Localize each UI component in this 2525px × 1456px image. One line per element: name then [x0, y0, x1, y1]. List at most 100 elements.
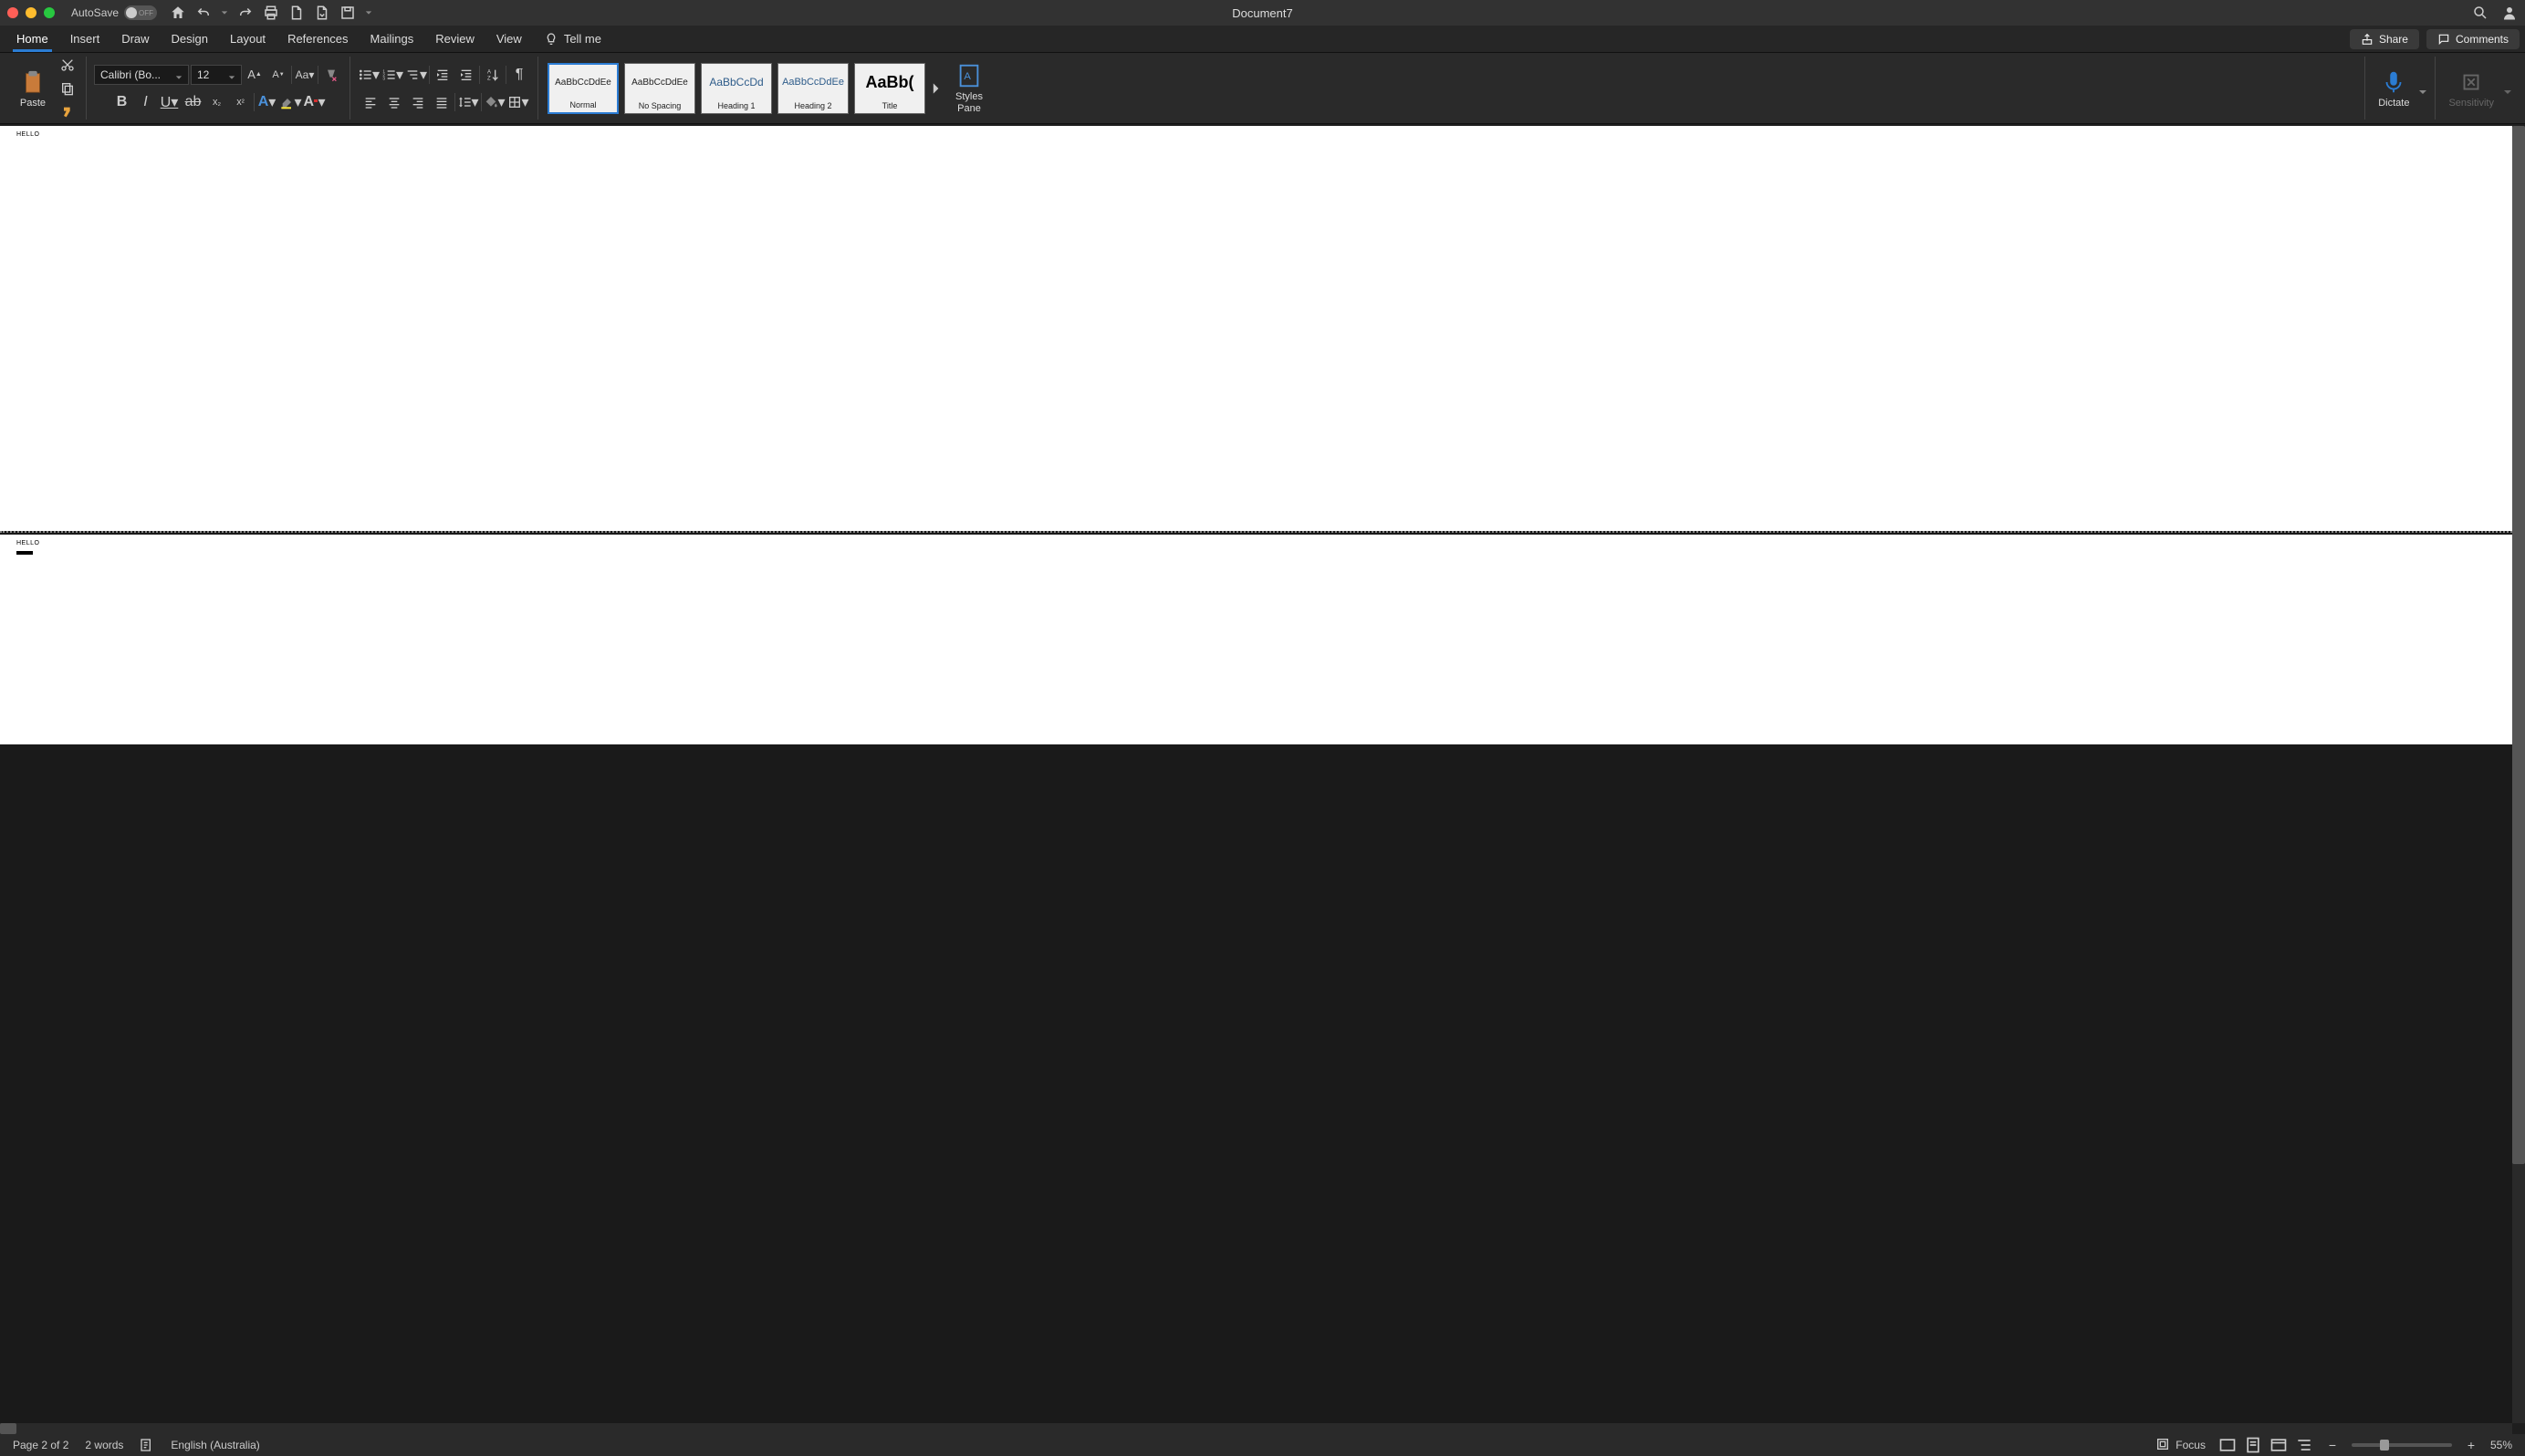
text-effects-button[interactable]: A▾: [256, 91, 278, 113]
home-icon[interactable]: [170, 5, 186, 21]
decrease-indent-button[interactable]: [432, 64, 454, 86]
format-painter-icon: [60, 105, 75, 120]
qat-customize-icon[interactable]: [365, 9, 372, 16]
page-1[interactable]: HELLO: [0, 126, 2512, 531]
window-close-button[interactable]: [7, 7, 18, 18]
search-icon[interactable]: [2472, 5, 2488, 21]
show-marks-button[interactable]: ¶: [508, 64, 530, 86]
font-name-combo[interactable]: Calibri (Bo...: [94, 65, 189, 85]
page-indicator[interactable]: Page 2 of 2: [13, 1439, 68, 1451]
style-heading-2[interactable]: AaBbCcDdEe Heading 2: [777, 63, 849, 114]
tab-draw[interactable]: Draw: [110, 26, 160, 52]
italic-button[interactable]: I: [135, 91, 157, 113]
new-file-icon[interactable]: [288, 5, 305, 21]
cut-button[interactable]: [57, 54, 78, 76]
subscript-button[interactable]: x₂: [206, 91, 228, 113]
window-minimize-button[interactable]: [26, 7, 37, 18]
vertical-scrollbar[interactable]: [2512, 126, 2525, 1423]
zoom-value[interactable]: 55%: [2490, 1439, 2512, 1451]
page-1-content[interactable]: HELLO: [16, 131, 39, 138]
outline-button[interactable]: [2295, 1438, 2313, 1452]
share-button[interactable]: Share: [2350, 29, 2419, 49]
word-count[interactable]: 2 words: [85, 1439, 123, 1451]
statusbar-right: Focus − + 55%: [2155, 1437, 2512, 1454]
style-no-spacing[interactable]: AaBbCcDdEe No Spacing: [624, 63, 695, 114]
web-layout-button[interactable]: [2269, 1438, 2288, 1452]
borders-button[interactable]: ▾: [507, 91, 529, 113]
paste-button[interactable]: Paste: [13, 65, 53, 112]
open-file-icon[interactable]: [314, 5, 330, 21]
align-right-button[interactable]: [407, 91, 429, 113]
spell-check-button[interactable]: [140, 1438, 154, 1452]
focus-mode-button[interactable]: Focus: [2155, 1437, 2206, 1454]
print-icon[interactable]: [263, 5, 279, 21]
font-color-button[interactable]: A▾: [304, 91, 326, 113]
zoom-slider[interactable]: [2352, 1443, 2452, 1447]
undo-icon[interactable]: [195, 5, 212, 21]
sensitivity-dropdown[interactable]: [2503, 85, 2512, 92]
tab-home[interactable]: Home: [5, 26, 59, 52]
undo-dropdown-icon[interactable]: [221, 9, 228, 16]
dictate-dropdown[interactable]: [2418, 85, 2427, 92]
sensitivity-button[interactable]: Sensitivity: [2443, 65, 2499, 112]
underline-button[interactable]: U▾: [159, 91, 181, 113]
language-indicator[interactable]: English (Australia): [171, 1439, 259, 1451]
tab-references[interactable]: References: [276, 26, 359, 52]
horizontal-scroll-thumb[interactable]: [0, 1423, 16, 1434]
document-area[interactable]: HELLO HELLO: [0, 126, 2512, 1434]
autosave-toggle[interactable]: OFF: [124, 5, 157, 20]
tab-view[interactable]: View: [485, 26, 533, 52]
focus-label: Focus: [2175, 1439, 2206, 1451]
dictate-button[interactable]: Dictate: [2373, 65, 2415, 112]
zoom-in-button[interactable]: +: [2465, 1439, 2478, 1451]
justify-button[interactable]: [431, 91, 453, 113]
strikethrough-button[interactable]: ab: [183, 91, 204, 113]
multilevel-list-button[interactable]: ▾: [405, 64, 427, 86]
comments-button[interactable]: Comments: [2426, 29, 2520, 49]
line-spacing-button[interactable]: ▾: [457, 91, 479, 113]
page-2[interactable]: HELLO: [0, 535, 2512, 744]
save-icon[interactable]: [339, 5, 356, 21]
zoom-slider-thumb[interactable]: [2380, 1440, 2389, 1451]
print-layout-button[interactable]: [2244, 1438, 2262, 1452]
shading-button[interactable]: ▾: [484, 91, 506, 113]
grow-font-button[interactable]: A▲: [244, 64, 266, 86]
numbering-button[interactable]: 123▾: [381, 64, 403, 86]
style-heading-1[interactable]: AaBbCcDd Heading 1: [701, 63, 772, 114]
quick-access-toolbar: [170, 5, 372, 21]
superscript-button[interactable]: x²: [230, 91, 252, 113]
horizontal-scrollbar[interactable]: [0, 1423, 2512, 1434]
tell-me-search[interactable]: Tell me: [544, 26, 601, 52]
bullets-button[interactable]: ▾: [358, 64, 380, 86]
account-icon[interactable]: [2501, 5, 2518, 21]
redo-icon[interactable]: [237, 5, 254, 21]
autosave-label: AutoSave: [71, 6, 119, 19]
align-left-button[interactable]: [360, 91, 381, 113]
vertical-scroll-thumb[interactable]: [2512, 126, 2525, 1164]
zoom-out-button[interactable]: −: [2326, 1439, 2339, 1451]
align-center-button[interactable]: [383, 91, 405, 113]
tab-mailings[interactable]: Mailings: [360, 26, 425, 52]
clear-formatting-button[interactable]: [320, 64, 342, 86]
style-preview: AaBbCcDd: [709, 64, 763, 101]
change-case-button[interactable]: Aa▾: [294, 64, 316, 86]
format-painter-button[interactable]: [57, 101, 78, 123]
read-mode-button[interactable]: [2218, 1438, 2237, 1452]
tab-design[interactable]: Design: [161, 26, 219, 52]
sort-button[interactable]: AZ: [482, 64, 504, 86]
tab-layout[interactable]: Layout: [219, 26, 276, 52]
style-title[interactable]: AaBb( Title: [854, 63, 925, 114]
bold-button[interactable]: B: [111, 91, 133, 113]
page-2-content[interactable]: HELLO: [16, 540, 39, 546]
tab-insert[interactable]: Insert: [59, 26, 111, 52]
highlight-button[interactable]: ▾: [280, 91, 302, 113]
increase-indent-button[interactable]: [455, 64, 477, 86]
styles-pane-button[interactable]: A Styles Pane: [949, 58, 989, 117]
window-maximize-button[interactable]: [44, 7, 55, 18]
font-size-combo[interactable]: 12: [191, 65, 242, 85]
tab-review[interactable]: Review: [424, 26, 485, 52]
shrink-font-button[interactable]: A▼: [267, 64, 289, 86]
copy-button[interactable]: [57, 78, 78, 99]
styles-more-button[interactable]: [931, 63, 944, 114]
style-normal[interactable]: AaBbCcDdEe Normal: [548, 63, 619, 114]
